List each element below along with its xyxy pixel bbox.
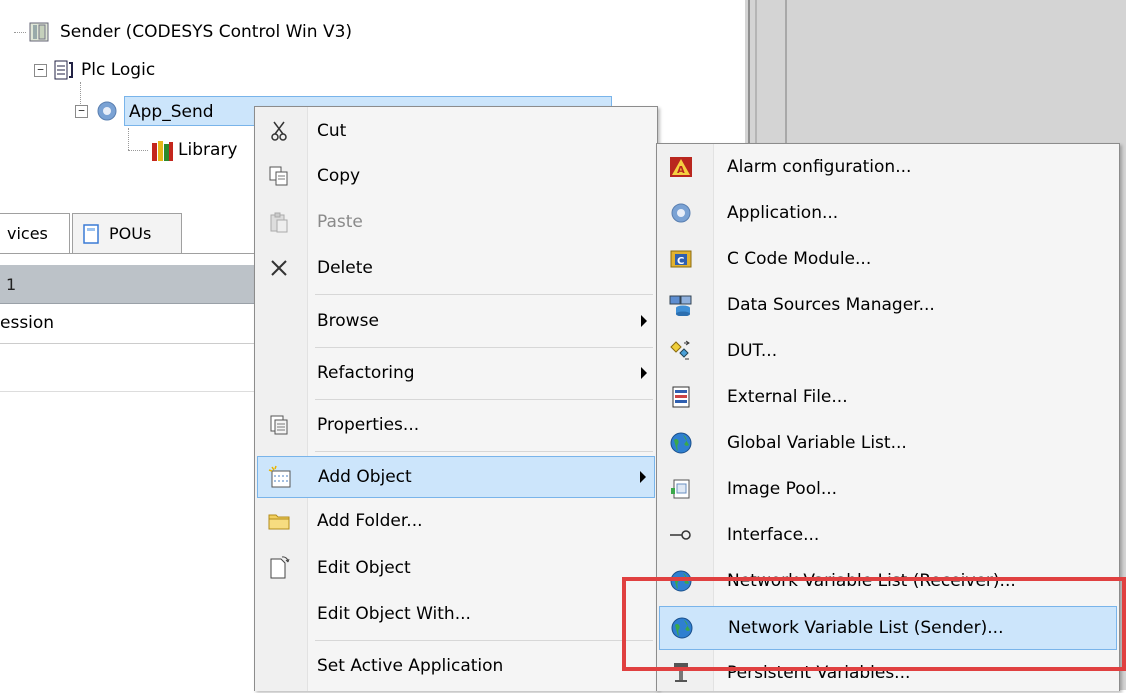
copy-icon bbox=[267, 164, 291, 188]
menu-separator bbox=[315, 640, 653, 641]
interface-icon bbox=[669, 523, 693, 547]
menu-separator bbox=[315, 399, 653, 400]
dut-icon bbox=[669, 339, 693, 363]
tree-item-device[interactable]: Sender (CODESYS Control Win V3) bbox=[28, 17, 352, 47]
collapse-icon[interactable]: − bbox=[34, 63, 47, 77]
svg-text:A: A bbox=[677, 165, 685, 176]
menu-item-paste[interactable]: Paste bbox=[257, 202, 655, 242]
device-icon bbox=[28, 21, 50, 43]
properties-icon bbox=[267, 413, 291, 437]
tree-line bbox=[14, 32, 26, 33]
menu-item-label: Add Folder... bbox=[317, 511, 423, 531]
submenu-item-c-code-module[interactable]: C C Code Module... bbox=[659, 239, 1117, 279]
menu-separator bbox=[315, 347, 653, 348]
tab-label: vices bbox=[7, 224, 48, 243]
menu-item-label: C Code Module... bbox=[727, 249, 872, 269]
menu-item-label: Global Variable List... bbox=[727, 433, 907, 453]
context-menu: Cut Copy Paste Delete Browse Refactoring… bbox=[254, 106, 658, 691]
menu-item-label: Edit Object bbox=[317, 558, 411, 578]
submenu-item-image-pool[interactable]: Image Pool... bbox=[659, 469, 1117, 509]
menu-item-label: Browse bbox=[317, 311, 379, 331]
add-object-icon bbox=[268, 465, 292, 489]
menu-item-label: Application... bbox=[727, 203, 839, 223]
plc-logic-icon bbox=[53, 59, 75, 81]
tab-pous[interactable]: POUs bbox=[72, 213, 182, 253]
annotation-highlight-box bbox=[622, 577, 1126, 671]
delete-x-icon bbox=[267, 256, 291, 280]
menu-item-label: Delete bbox=[317, 258, 373, 278]
panel-tabs: vices POUs bbox=[0, 213, 255, 253]
external-file-icon bbox=[669, 385, 693, 409]
globe-icon bbox=[669, 431, 693, 455]
collapse-icon[interactable]: − bbox=[75, 104, 88, 118]
menu-item-label: Image Pool... bbox=[727, 479, 838, 499]
tree-item-label: Library bbox=[178, 140, 238, 160]
menu-item-edit-object[interactable]: Edit Object bbox=[257, 548, 655, 588]
c-code-icon: C bbox=[669, 247, 693, 271]
tree-line bbox=[128, 150, 148, 151]
gear-icon bbox=[669, 201, 693, 225]
submenu-arrow-icon bbox=[640, 471, 646, 483]
tree-item-plc-logic[interactable]: − Plc Logic bbox=[34, 55, 155, 85]
menu-item-label: External File... bbox=[727, 387, 848, 407]
tab-devices[interactable]: vices bbox=[0, 213, 70, 253]
tree-item-label: Plc Logic bbox=[81, 60, 156, 80]
menu-item-edit-object-with[interactable]: Edit Object With... bbox=[257, 594, 655, 634]
divider bbox=[0, 253, 255, 254]
menu-item-label: DUT... bbox=[727, 341, 778, 361]
menu-item-delete[interactable]: Delete bbox=[257, 248, 655, 288]
submenu-item-external-file[interactable]: External File... bbox=[659, 377, 1117, 417]
menu-item-label: Cut bbox=[317, 121, 347, 141]
menu-item-browse[interactable]: Browse bbox=[257, 301, 655, 341]
tree-item-library[interactable]: Library bbox=[150, 135, 237, 165]
menu-item-label: Copy bbox=[317, 166, 361, 186]
menu-item-label: Interface... bbox=[727, 525, 820, 545]
menu-item-copy[interactable]: Copy bbox=[257, 156, 655, 196]
menu-item-refactoring[interactable]: Refactoring bbox=[257, 353, 655, 393]
submenu-arrow-icon bbox=[641, 367, 647, 379]
tree-line bbox=[128, 128, 129, 150]
submenu-item-interface[interactable]: Interface... bbox=[659, 515, 1117, 555]
menu-item-label: Alarm configuration... bbox=[727, 157, 912, 177]
edit-object-icon bbox=[267, 556, 291, 580]
submenu-item-dut[interactable]: DUT... bbox=[659, 331, 1117, 371]
image-pool-icon bbox=[669, 477, 693, 501]
menu-item-label: Add Object bbox=[318, 467, 412, 487]
grid-row[interactable] bbox=[0, 343, 255, 392]
submenu-item-application[interactable]: Application... bbox=[659, 193, 1117, 233]
paste-icon bbox=[267, 210, 291, 234]
menu-item-set-active-application[interactable]: Set Active Application bbox=[257, 646, 655, 686]
grid-header: 1 bbox=[0, 265, 255, 304]
menu-separator bbox=[315, 451, 653, 452]
grid-header-cell: 1 bbox=[6, 274, 17, 294]
submenu-item-global-variable-list[interactable]: Global Variable List... bbox=[659, 423, 1117, 463]
menu-item-add-object[interactable]: Add Object bbox=[257, 456, 655, 498]
svg-text:C: C bbox=[677, 256, 684, 267]
tab-label: POUs bbox=[109, 224, 152, 243]
pous-icon bbox=[81, 223, 103, 245]
menu-item-cut[interactable]: Cut bbox=[257, 111, 655, 151]
menu-item-properties[interactable]: Properties... bbox=[257, 405, 655, 445]
scissors-icon bbox=[267, 119, 291, 143]
menu-item-label: Data Sources Manager... bbox=[727, 295, 935, 315]
menu-separator bbox=[315, 294, 653, 295]
grid-cell: ession bbox=[0, 313, 55, 333]
menu-item-label: Refactoring bbox=[317, 363, 415, 383]
submenu-item-alarm-configuration[interactable]: A Alarm configuration... bbox=[659, 147, 1117, 187]
menu-item-label: Set Active Application bbox=[317, 656, 504, 676]
menu-item-label: Paste bbox=[317, 212, 363, 232]
menu-item-add-folder[interactable]: Add Folder... bbox=[257, 501, 655, 541]
menu-item-label: Properties... bbox=[317, 415, 420, 435]
data-sources-icon bbox=[669, 293, 693, 317]
grid-row[interactable]: ession bbox=[0, 303, 255, 344]
gear-icon bbox=[96, 100, 118, 122]
menu-item-label: Edit Object With... bbox=[317, 604, 471, 624]
submenu-item-data-sources-manager[interactable]: Data Sources Manager... bbox=[659, 285, 1117, 325]
alarm-icon: A bbox=[669, 155, 693, 179]
library-icon bbox=[150, 139, 173, 161]
tree-item-label: Sender (CODESYS Control Win V3) bbox=[60, 22, 353, 42]
folder-icon bbox=[267, 509, 291, 533]
submenu-arrow-icon bbox=[641, 315, 647, 327]
